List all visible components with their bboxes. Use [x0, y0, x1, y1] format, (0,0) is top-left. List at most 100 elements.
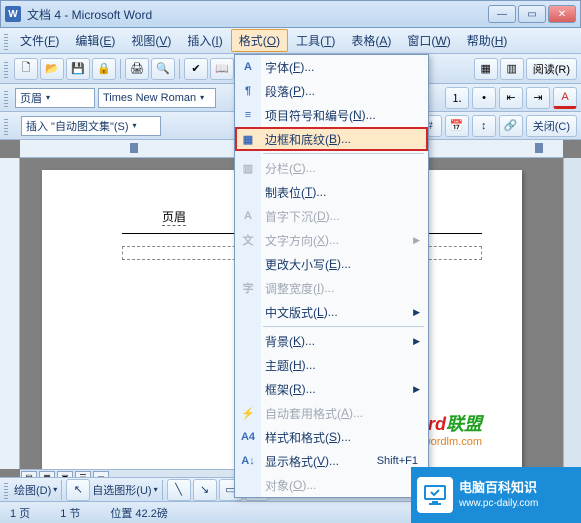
drawbar-sep: [61, 480, 62, 500]
header-label: 页眉: [162, 208, 186, 226]
font-color-button[interactable]: A: [553, 87, 577, 109]
menu-item-icon: [239, 183, 257, 201]
menu-i[interactable]: 插入(I): [179, 29, 230, 52]
menu-item-h[interactable]: 主题(H)...: [235, 353, 428, 377]
menu-item-a: ⚡自动套用格式(A)...: [235, 401, 428, 425]
word-app-icon: W: [5, 6, 21, 22]
window-title: 文档 4 - Microsoft Word: [27, 6, 488, 23]
read-mode-button[interactable]: 阅读(R): [526, 58, 577, 80]
hf-date-button[interactable]: 📅: [445, 115, 469, 137]
autoshapes-menu[interactable]: 自选图形(U): [92, 482, 151, 498]
permissions-button[interactable]: 🔒: [92, 58, 116, 80]
menu-item-icon: [239, 476, 257, 494]
bullets-button[interactable]: •: [472, 87, 496, 109]
line-button[interactable]: ╲: [167, 479, 191, 501]
print-button[interactable]: 🖨: [125, 58, 149, 80]
menu-item-icon: [239, 380, 257, 398]
save-button[interactable]: 💾: [66, 58, 90, 80]
menu-v[interactable]: 视图(V): [123, 29, 179, 52]
vertical-scrollbar[interactable]: [563, 158, 581, 469]
new-doc-button[interactable]: 🗋: [14, 58, 38, 80]
open-button[interactable]: 📂: [40, 58, 64, 80]
chevron-down-icon: ▾: [53, 485, 57, 494]
monitor-icon: [417, 477, 453, 513]
menu-item-icon: ¶: [239, 82, 257, 100]
menu-t[interactable]: 工具(T): [288, 29, 343, 52]
draw-menu[interactable]: 绘图(D): [14, 482, 51, 498]
minimize-button[interactable]: —: [488, 5, 516, 23]
menu-separator: [263, 153, 424, 154]
arrow-button[interactable]: ↘: [193, 479, 217, 501]
autotext-label: 插入 "自动图文集"(S): [26, 118, 129, 134]
hf-nav-button[interactable]: ↕: [472, 115, 496, 137]
menu-o[interactable]: 格式(O): [231, 29, 288, 52]
menu-item-n[interactable]: ≡项目符号和编号(N)...: [235, 103, 428, 127]
page-indicator: 1 页: [10, 505, 30, 521]
fmt-grip[interactable]: [4, 89, 8, 107]
submenu-arrow-icon: ▶: [413, 336, 420, 347]
outdent-button[interactable]: ⇤: [499, 87, 523, 109]
chevron-down-icon: ▾: [46, 93, 50, 102]
menu-e[interactable]: 编辑(E): [67, 29, 123, 52]
hf-close-button[interactable]: 关闭(C): [526, 115, 577, 137]
menu-item-icon: [239, 356, 257, 374]
window-buttons: — ▭ ✕: [488, 5, 576, 23]
select-arrow-button[interactable]: ↖: [66, 479, 90, 501]
menu-a[interactable]: 表格(A): [343, 29, 399, 52]
menu-item-p[interactable]: ¶段落(P)...: [235, 79, 428, 103]
style-value: 页眉: [20, 90, 42, 106]
menu-item-icon: [239, 332, 257, 350]
menubar-grip[interactable]: [4, 32, 8, 50]
menu-item-icon: ▦: [239, 130, 257, 148]
menu-item-o: 对象(O)...: [235, 473, 428, 497]
menu-item-icon: A↓: [239, 452, 257, 470]
badge-url: www.pc-daily.com: [459, 497, 538, 510]
vertical-ruler[interactable]: [0, 158, 20, 469]
indent-button[interactable]: ⇥: [526, 87, 550, 109]
drawbar-grip[interactable]: [4, 481, 8, 499]
table-button[interactable]: ▦: [474, 58, 498, 80]
badge-title: 电脑百科知识: [459, 480, 538, 497]
toolbar-sep: [120, 59, 121, 79]
autotext-grip[interactable]: [4, 117, 8, 135]
style-combo[interactable]: 页眉 ▾: [15, 88, 95, 108]
menu-item-d: A首字下沉(D)...: [235, 204, 428, 228]
menu-item-l[interactable]: 中文版式(L)...▶: [235, 300, 428, 324]
format-menu-dropdown: A字体(F)...¶段落(P)...≡项目符号和编号(N)...▦边框和底纹(B…: [234, 54, 429, 498]
spellcheck-button[interactable]: ✔: [184, 58, 208, 80]
close-button[interactable]: ✕: [548, 5, 576, 23]
maximize-button[interactable]: ▭: [518, 5, 546, 23]
titlebar: W 文档 4 - Microsoft Word — ▭ ✕: [0, 0, 581, 28]
menu-w[interactable]: 窗口(W): [399, 29, 458, 52]
toolbar-grip[interactable]: [4, 60, 8, 78]
menu-item-b[interactable]: ▦边框和底纹(B)...: [235, 127, 428, 151]
preview-button[interactable]: 🔍: [151, 58, 175, 80]
drawbar-sep: [162, 480, 163, 500]
menu-item-k[interactable]: 背景(K)...▶: [235, 329, 428, 353]
submenu-arrow-icon: ▶: [413, 384, 420, 395]
menu-item-icon: ⚡: [239, 404, 257, 422]
menu-f[interactable]: 文件(F): [12, 29, 67, 52]
menu-item-s[interactable]: A4样式和格式(S)...: [235, 425, 428, 449]
menu-item-f[interactable]: A字体(F)...: [235, 55, 428, 79]
menu-separator: [263, 326, 424, 327]
site-badge: 电脑百科知识 www.pc-daily.com: [411, 467, 581, 523]
research-button[interactable]: 📖: [210, 58, 234, 80]
menu-item-e[interactable]: 更改大小写(E)...: [235, 252, 428, 276]
numbering-button[interactable]: ⒈: [445, 87, 469, 109]
columns-button[interactable]: ▥: [500, 58, 524, 80]
menu-item-icon: ▥: [239, 159, 257, 177]
menubar: 文件(F)编辑(E)视图(V)插入(I)格式(O)工具(T)表格(A)窗口(W)…: [0, 28, 581, 54]
menu-item-icon: A: [239, 207, 257, 225]
submenu-arrow-icon: ▶: [413, 307, 420, 318]
menu-item-r[interactable]: 框架(R)...▶: [235, 377, 428, 401]
menu-item-icon: A4: [239, 428, 257, 446]
autotext-combo[interactable]: 插入 "自动图文集"(S)▾: [21, 116, 161, 136]
menu-h[interactable]: 帮助(H): [459, 29, 516, 52]
menu-item-icon: ≡: [239, 106, 257, 124]
menu-item-t[interactable]: 制表位(T)...: [235, 180, 428, 204]
font-combo[interactable]: Times New Roman▾: [98, 88, 216, 108]
hf-link-button[interactable]: 🔗: [499, 115, 523, 137]
menu-item-v[interactable]: A↓显示格式(V)...Shift+F1: [235, 449, 428, 473]
menu-item-icon: [239, 303, 257, 321]
